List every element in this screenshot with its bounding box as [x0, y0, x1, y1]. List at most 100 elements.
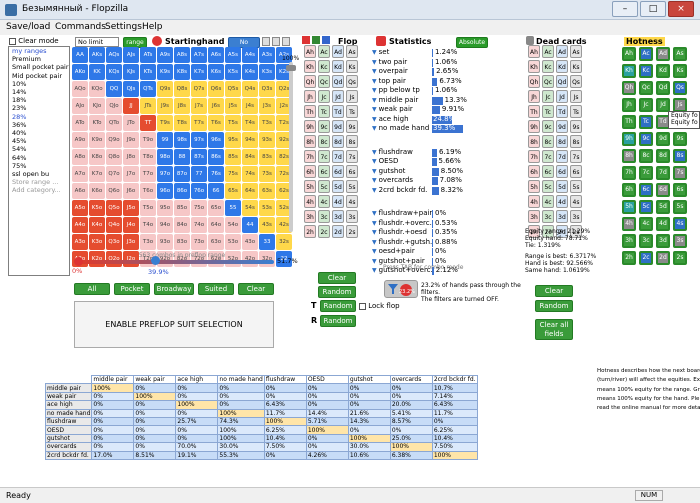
dead-card[interactable]: 7c: [542, 150, 554, 163]
hand-cell[interactable]: 94o: [157, 217, 173, 233]
hand-cell[interactable]: 98s: [174, 132, 190, 148]
filter-toggle-icon[interactable]: ▼: [372, 78, 377, 85]
hand-cell[interactable]: 83o: [174, 234, 190, 250]
range-category-list[interactable]: my ranges Premium Small pocket pair Mid …: [8, 46, 70, 276]
hand-cell[interactable]: TT: [140, 115, 156, 131]
list-item[interactable]: 14%: [9, 88, 69, 96]
list-item[interactable]: 54%: [9, 145, 69, 153]
stat-row[interactable]: ▼ 2crd bckdr fd. 8.32%: [372, 186, 492, 196]
dead-card[interactable]: Jd: [556, 90, 568, 103]
hand-cell[interactable]: AQo: [72, 81, 88, 97]
hand-cell[interactable]: 64o: [208, 217, 224, 233]
hotness-card[interactable]: 3d: [656, 234, 670, 248]
dead-card[interactable]: 6d: [556, 165, 568, 178]
menu-settings[interactable]: Settings: [105, 22, 142, 32]
hand-cell[interactable]: J4s: [242, 98, 258, 114]
hotness-card[interactable]: 8d: [656, 149, 670, 163]
dead-card[interactable]: Kc: [542, 60, 554, 73]
hand-cell[interactable]: 63s: [259, 183, 275, 199]
dead-card[interactable]: 4h: [528, 195, 540, 208]
table-column-header[interactable]: 2crd bckdr fd.: [431, 374, 478, 385]
filter-toggle-icon[interactable]: ▼: [372, 168, 377, 175]
hand-cell[interactable]: A8o: [72, 149, 88, 165]
flop-card-grid[interactable]: Ah Ac Ad As Kh Kc Kd Ks Qh Qc Qd Qs Jh Jc Jd Js Th Tc Td Ts…: [304, 45, 358, 238]
dead-card[interactable]: 6c: [542, 165, 554, 178]
hand-cell[interactable]: JTo: [123, 115, 139, 131]
flop-card[interactable]: 4c: [318, 195, 330, 208]
hotness-card[interactable]: 4s: [673, 217, 687, 231]
dead-card[interactable]: Js: [570, 90, 582, 103]
hotness-card[interactable]: 9c: [639, 132, 653, 146]
hotness-card[interactable]: Js: [673, 98, 687, 112]
hand-cell[interactable]: 98o: [157, 149, 173, 165]
clear-mode-toggle[interactable]: Clear mode: [9, 37, 59, 45]
filter-toggle-icon[interactable]: ▼: [372, 125, 377, 132]
flop-card[interactable]: 4h: [304, 195, 316, 208]
flop-card[interactable]: Kc: [318, 60, 330, 73]
stat-row[interactable]: ▼ gutshot 8.50%: [372, 167, 492, 177]
hand-cell[interactable]: 87s: [191, 149, 207, 165]
hand-cell[interactable]: JTs: [140, 98, 156, 114]
range-slider[interactable]: [78, 260, 274, 264]
hand-cell[interactable]: 99: [157, 132, 173, 148]
dead-card[interactable]: Ks: [570, 60, 582, 73]
filter-toggle-icon[interactable]: ▼: [372, 210, 377, 217]
dead-card-grid[interactable]: Ah Ac Ad As Kh Kc Kd Ks Qh Qc Qd Qs Jh Jc Jd Js Th Tc Td Ts…: [528, 45, 582, 238]
maximize-button[interactable]: □: [640, 1, 666, 17]
add-category-item[interactable]: Add category...: [9, 186, 69, 194]
hand-cell[interactable]: 63o: [208, 234, 224, 250]
hand-cell[interactable]: K4s: [242, 64, 258, 80]
list-item[interactable]: 75%: [9, 162, 69, 170]
hand-cell[interactable]: T3s: [259, 115, 275, 131]
hand-cell[interactable]: K3s: [259, 64, 275, 80]
table-column-header[interactable]: overcards: [389, 374, 433, 385]
flop-random-button[interactable]: Random: [318, 286, 356, 298]
dead-card[interactable]: 9s: [570, 120, 582, 133]
hand-cell[interactable]: 97o: [157, 166, 173, 182]
dead-card[interactable]: 3s: [570, 210, 582, 223]
stat-row[interactable]: ▼ overpair 2.65%: [372, 67, 492, 77]
flop-card[interactable]: 8c: [318, 135, 330, 148]
flop-card[interactable]: 6s: [346, 165, 358, 178]
hand-cell[interactable]: 65o: [208, 200, 224, 216]
hand-cell[interactable]: T7s: [191, 115, 207, 131]
dead-card[interactable]: 6h: [528, 165, 540, 178]
list-item[interactable]: 23%: [9, 104, 69, 112]
hand-cell[interactable]: A3s: [259, 47, 275, 63]
hand-cell[interactable]: K3o: [89, 234, 105, 250]
menu-commands[interactable]: Commands: [55, 22, 106, 32]
dead-card[interactable]: 4c: [542, 195, 554, 208]
hand-cell[interactable]: AA: [72, 47, 88, 63]
list-item[interactable]: Mid pocket pair: [9, 72, 69, 80]
hand-cell[interactable]: AKo: [72, 64, 88, 80]
dead-card[interactable]: Qc: [542, 75, 554, 88]
hand-cell[interactable]: QQ: [106, 81, 122, 97]
dead-random-button[interactable]: Random: [535, 300, 573, 312]
hand-cell[interactable]: 53o: [225, 234, 241, 250]
hand-cell[interactable]: AKs: [89, 47, 105, 63]
list-item[interactable]: 45%: [9, 137, 69, 145]
dead-card[interactable]: 4s: [570, 195, 582, 208]
hotness-card[interactable]: Tc: [639, 115, 653, 129]
hand-cell[interactable]: 96s: [208, 132, 224, 148]
flop-card[interactable]: 2h: [304, 225, 316, 238]
filter-toggle-icon[interactable]: ▼: [372, 267, 377, 274]
hand-cell[interactable]: KK: [89, 64, 105, 80]
hotness-card[interactable]: 2d: [656, 251, 670, 265]
pocket-button[interactable]: Pocket: [114, 283, 150, 295]
hand-cell[interactable]: K5o: [89, 200, 105, 216]
flop-card[interactable]: Qh: [304, 75, 316, 88]
dead-card[interactable]: Qh: [528, 75, 540, 88]
hand-cell[interactable]: QJs: [123, 81, 139, 97]
hand-cell[interactable]: KJs: [123, 64, 139, 80]
hotness-card[interactable]: As: [673, 47, 687, 61]
hand-cell[interactable]: K6s: [208, 64, 224, 80]
hotness-card[interactable]: Qs: [673, 81, 687, 95]
hand-cell[interactable]: A3o: [72, 234, 88, 250]
hotness-card[interactable]: 2s: [673, 251, 687, 265]
flop-card[interactable]: Jd: [332, 90, 344, 103]
dead-card[interactable]: 3c: [542, 210, 554, 223]
table-column-header[interactable]: ace high: [175, 374, 219, 385]
hotness-card[interactable]: 3s: [673, 234, 687, 248]
stat-row[interactable]: ▼ overcards 7.08%: [372, 176, 492, 186]
